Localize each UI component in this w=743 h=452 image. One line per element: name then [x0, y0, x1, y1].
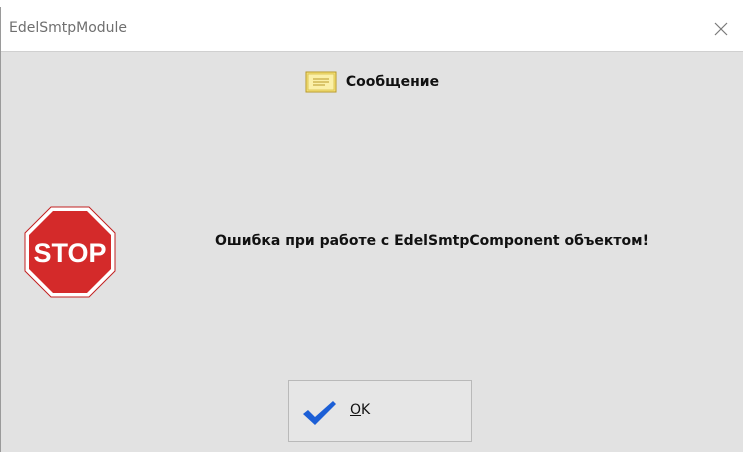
stop-sign-text: STOP [33, 238, 106, 268]
title-bar: EdelSmtpModule [1, 7, 743, 52]
checkmark-icon [303, 401, 336, 425]
dialog-caption-text: Сообщение [345, 74, 440, 90]
ok-mnemonic: O [350, 402, 362, 418]
ok-button[interactable]: OK [288, 380, 472, 442]
error-message: Ошибка при работе с EdelSmtpComponent об… [215, 233, 649, 249]
ok-button-label: OK [350, 402, 370, 418]
close-icon [714, 22, 728, 36]
dialog-window: EdelSmtpModule Сообщение STOP Ошибка при… [0, 7, 743, 452]
close-button[interactable] [698, 7, 743, 51]
dialog-caption: Сообщение [1, 67, 743, 97]
stop-sign-icon: STOP [24, 206, 116, 298]
ok-label-rest: K [361, 402, 371, 418]
window-title: EdelSmtpModule [9, 20, 128, 36]
message-icon [305, 71, 337, 93]
